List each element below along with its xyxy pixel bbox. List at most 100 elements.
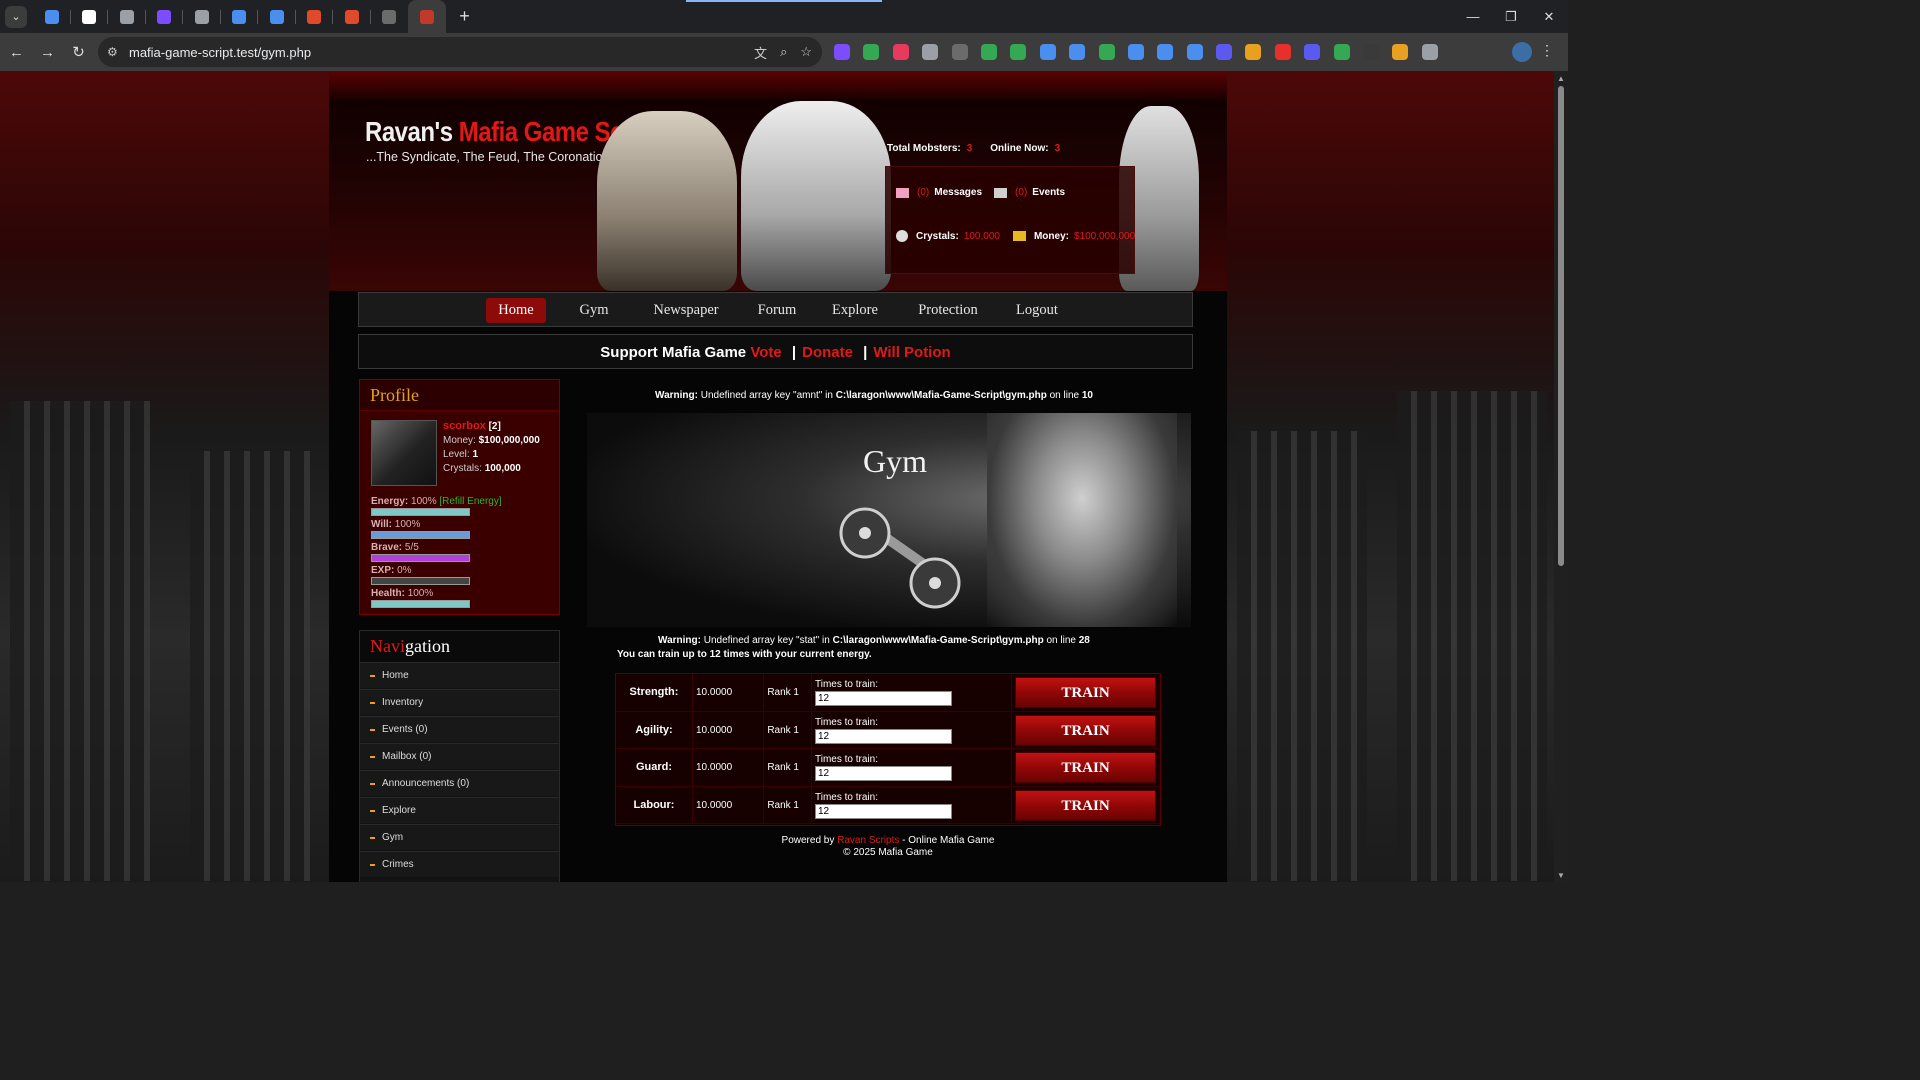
profile-crystals-row: Crystals: 100,000 xyxy=(443,463,521,474)
browser-tab[interactable] xyxy=(221,0,258,33)
train-button-agility[interactable]: TRAIN xyxy=(1015,714,1156,746)
extension-icon[interactable] xyxy=(1127,44,1144,60)
minimize-button[interactable]: — xyxy=(1454,0,1492,33)
browser-menu-icon[interactable]: ⋮ xyxy=(1540,42,1554,59)
browser-tab[interactable] xyxy=(333,0,371,33)
health-bar-fill xyxy=(372,601,469,607)
will-potion-link[interactable]: Will Potion xyxy=(873,344,950,361)
money-value: $100,000,000 xyxy=(1073,230,1136,242)
browser-tab[interactable] xyxy=(33,0,71,33)
energy-bar xyxy=(371,508,470,516)
scroll-up-arrow[interactable]: ▲ xyxy=(1554,74,1568,83)
train-button-labour[interactable]: TRAIN xyxy=(1015,789,1156,821)
address-bar[interactable]: ⚙ mafia-game-script.test/gym.php 文 ⌕ ☆ xyxy=(98,37,822,67)
vote-link[interactable]: Vote xyxy=(750,344,781,361)
menu-protection[interactable]: Protection xyxy=(907,298,989,323)
extension-icon[interactable] xyxy=(1333,44,1350,60)
url-text[interactable]: mafia-game-script.test/gym.php xyxy=(129,45,311,60)
events-link[interactable]: Events xyxy=(1032,187,1065,198)
page-scrollbar[interactable]: ▲ ▼ xyxy=(1554,71,1568,882)
will-value: 100% xyxy=(394,519,421,530)
browser-tab[interactable] xyxy=(183,0,221,33)
times-input-strength[interactable] xyxy=(815,691,952,706)
nav-item-mailbox[interactable]: Mailbox (0) xyxy=(360,743,559,769)
extension-icon[interactable] xyxy=(980,44,997,60)
extension-icon[interactable] xyxy=(1363,44,1380,60)
menu-home[interactable]: Home xyxy=(486,298,546,323)
times-cell: Times to train: xyxy=(812,711,1012,749)
browser-tab[interactable] xyxy=(258,0,296,33)
nav-item-inventory[interactable]: Inventory xyxy=(360,689,559,715)
nav-item-explore[interactable]: Explore xyxy=(360,797,559,823)
extension-icon[interactable] xyxy=(892,44,909,60)
menu-explore[interactable]: Explore xyxy=(821,298,889,323)
scrollbar-thumb[interactable] xyxy=(1558,86,1564,566)
back-button[interactable]: ← xyxy=(2,38,31,67)
zoom-icon[interactable]: ⌕ xyxy=(780,44,787,60)
building-decoration xyxy=(1397,391,1547,881)
extension-icon[interactable] xyxy=(1098,44,1115,60)
nav-item-events[interactable]: Events (0) xyxy=(360,716,559,742)
profile-panel: Profile scorbox [2] Money: $100,000,000 … xyxy=(359,379,560,615)
messages-count[interactable]: (0) xyxy=(917,187,929,198)
nav-item-home[interactable]: Home xyxy=(360,662,559,688)
translate-icon[interactable]: 文 xyxy=(754,43,767,62)
donate-link[interactable]: Donate xyxy=(802,344,853,361)
new-tab-button[interactable]: + xyxy=(450,2,480,32)
messages-link[interactable]: Messages xyxy=(934,187,982,198)
extension-icon[interactable] xyxy=(1274,44,1291,60)
menu-logout[interactable]: Logout xyxy=(1007,298,1067,323)
browser-tab-active[interactable] xyxy=(408,0,446,33)
menu-gym[interactable]: Gym xyxy=(569,298,619,323)
train-row-agility: Agility: 10.0000 Rank 1 Times to train: … xyxy=(616,711,1160,749)
close-window-button[interactable]: ✕ xyxy=(1530,0,1568,33)
extension-icon[interactable] xyxy=(1069,44,1086,60)
username-link[interactable]: scorbox xyxy=(443,420,486,432)
extension-icon[interactable] xyxy=(1157,44,1174,60)
bookmark-star-icon[interactable]: ☆ xyxy=(800,44,812,60)
nav-item-announcements[interactable]: Announcements (0) xyxy=(360,770,559,796)
train-button-guard[interactable]: TRAIN xyxy=(1015,752,1156,783)
browser-tab-bar: ⌄ + — ❐ ✕ xyxy=(0,0,1568,33)
extension-icon[interactable] xyxy=(951,44,968,60)
dumbbell-icon xyxy=(839,507,961,609)
extension-icon[interactable] xyxy=(863,44,880,60)
avatar[interactable] xyxy=(371,420,437,486)
extension-icon[interactable] xyxy=(1216,44,1233,60)
button-cell: TRAIN xyxy=(1012,787,1160,824)
forward-button[interactable]: → xyxy=(33,38,62,67)
extension-icon[interactable] xyxy=(1010,44,1027,60)
browser-tab[interactable] xyxy=(296,0,333,33)
reload-button[interactable]: ↻ xyxy=(64,38,93,67)
browser-tab[interactable] xyxy=(146,0,183,33)
times-input-agility[interactable] xyxy=(815,728,952,744)
extension-icon[interactable] xyxy=(834,44,850,60)
browser-tab[interactable] xyxy=(108,0,146,33)
restore-button[interactable]: ❐ xyxy=(1492,0,1530,33)
menu-forum[interactable]: Forum xyxy=(749,298,805,323)
times-input-labour[interactable] xyxy=(815,803,952,819)
ravan-scripts-link[interactable]: Ravan Scripts xyxy=(837,835,899,846)
tab-search-button[interactable]: ⌄ xyxy=(5,5,27,28)
extension-icon[interactable] xyxy=(1039,44,1056,60)
extension-icon[interactable] xyxy=(922,44,939,60)
scroll-down-arrow[interactable]: ▼ xyxy=(1554,871,1568,880)
extension-icon[interactable] xyxy=(1245,44,1262,60)
browser-tab[interactable] xyxy=(371,0,409,33)
extension-icon[interactable] xyxy=(1421,44,1438,60)
refill-energy-link[interactable]: [Refill Energy] xyxy=(439,496,501,507)
events-count[interactable]: (0) xyxy=(1015,187,1027,198)
profile-avatar[interactable] xyxy=(1512,42,1532,62)
browser-tab[interactable] xyxy=(71,0,108,33)
train-row-labour: Labour: 10.0000 Rank 1 Times to train: T… xyxy=(616,786,1160,824)
will-label-text: Will: xyxy=(371,519,393,530)
crystals-label: Crystals: xyxy=(443,463,482,474)
extension-icon[interactable] xyxy=(1186,44,1203,60)
extension-icon[interactable] xyxy=(1392,44,1409,60)
times-input-guard[interactable] xyxy=(815,766,952,781)
extension-icon[interactable] xyxy=(1304,44,1321,60)
train-button-strength[interactable]: TRAIN xyxy=(1015,677,1156,708)
menu-newspaper[interactable]: Newspaper xyxy=(643,298,729,323)
train-table: Strength: 10.0000 Rank 1 Times to train:… xyxy=(615,673,1161,826)
site-info-icon[interactable]: ⚙ xyxy=(107,45,129,59)
